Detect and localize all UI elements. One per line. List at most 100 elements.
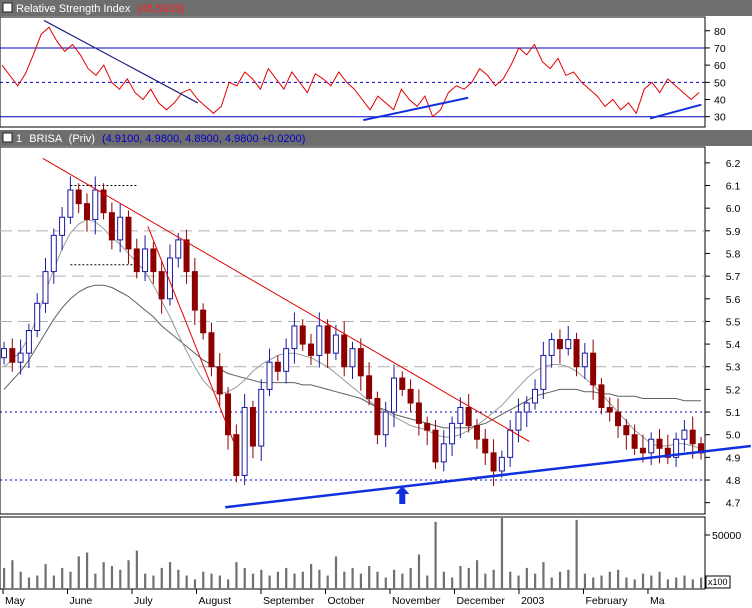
volume-bar [202,571,205,589]
volume-bar [675,577,678,589]
price-tick-label: 5.0 [726,430,741,442]
candle-body [523,402,530,413]
candle-body [382,411,389,436]
volume-bar [235,562,238,589]
rsi-tick-label: 60 [714,60,726,72]
candle-body [117,216,124,241]
volume-bar [633,579,636,589]
volume-bar [475,560,479,589]
volume-bar [227,579,230,589]
candle-body [606,407,613,413]
volume-bar [641,573,645,589]
candle-body [34,302,41,332]
candle-body [50,234,57,273]
candle-body [440,443,447,463]
volume-bar [127,560,130,589]
candle-body [125,216,132,250]
candle-body [639,447,646,454]
volume-bar [94,573,97,589]
candle-body [274,361,281,372]
candle-body [623,425,630,436]
price-tick-label: 5.8 [726,248,741,260]
price-tick-label: 6.2 [726,158,741,170]
volume-panel: 50000 x100 [0,516,741,590]
volume-bar [160,567,163,589]
candle-body [249,407,256,447]
x-axis-label: October [327,595,365,607]
rsi-title: Relative Strength Index [16,3,131,15]
candle-body [75,189,82,205]
candle-body [573,339,580,368]
volume-bar [19,571,22,589]
volume-bar [401,573,404,589]
volume-bar [218,575,221,589]
volume-bar [525,567,528,589]
candle-body [465,407,472,427]
volume-bar [268,575,271,589]
volume-bar [625,577,628,589]
volume-bar [459,565,462,589]
x-axis-label: December [456,595,505,607]
candle-body [457,407,464,424]
price-tick-label: 4.7 [726,498,741,510]
volume-bar [650,575,653,589]
price-tick-label: 6.0 [726,203,741,215]
price-tick-label: 5.5 [726,316,741,328]
volume-bar [318,569,321,589]
candle-body [9,348,16,363]
volume-bar [608,571,611,589]
x-axis: May June July August September October Novembe… [2,589,665,607]
volume-bar [392,569,396,589]
candle-body [42,271,49,304]
volume-bar [334,556,338,589]
volume-bar [434,521,437,589]
candle-body [233,434,240,476]
volume-bar [210,573,213,589]
candle-body [175,239,182,259]
volume-bar [193,579,197,589]
price-tick-label: 5.1 [726,407,741,419]
symbol-name: BRISA [29,133,63,145]
candle-body [449,422,456,445]
x-axis-label: May [5,595,26,607]
volume-bar [426,575,429,589]
x-axis-label: February [585,595,628,607]
candle-body [482,438,489,454]
price-tick-label: 5.6 [726,294,741,306]
volume-bar [600,575,603,589]
candle-body [556,339,563,350]
candle-body [399,377,406,390]
candle-body [507,429,514,458]
volume-bar [451,577,454,589]
volume-bar [135,550,138,589]
candle-body [341,334,348,368]
rsi-tick-label: 70 [714,43,726,55]
candle-body [681,429,688,440]
candle-body [415,402,422,424]
candle-body [490,452,497,472]
candle-body [374,397,381,436]
candle-body [590,352,597,386]
candle-body [598,384,605,409]
candle-body [473,425,480,440]
x-axis-label: 2003 [521,595,545,607]
volume-bar [517,575,520,589]
candle-body [17,352,24,363]
price-tick-label: 5.7 [726,271,741,283]
candle-body [689,429,696,445]
candle-body [615,411,622,427]
volume-bar [52,575,55,589]
candle-body [216,366,223,395]
rsi-tick-label: 40 [714,95,726,107]
candle-body [208,332,215,368]
volume-tick-label: 50000 [712,530,741,542]
volume-bar [69,571,72,589]
volume-bar [185,575,188,589]
candle-body [158,271,165,300]
volume-bar [583,573,587,589]
volume-bar [409,567,412,589]
rsi-tick-label: 50 [714,77,726,89]
volume-bar [326,575,329,589]
candle-body [241,407,248,476]
candle-body [200,309,207,334]
